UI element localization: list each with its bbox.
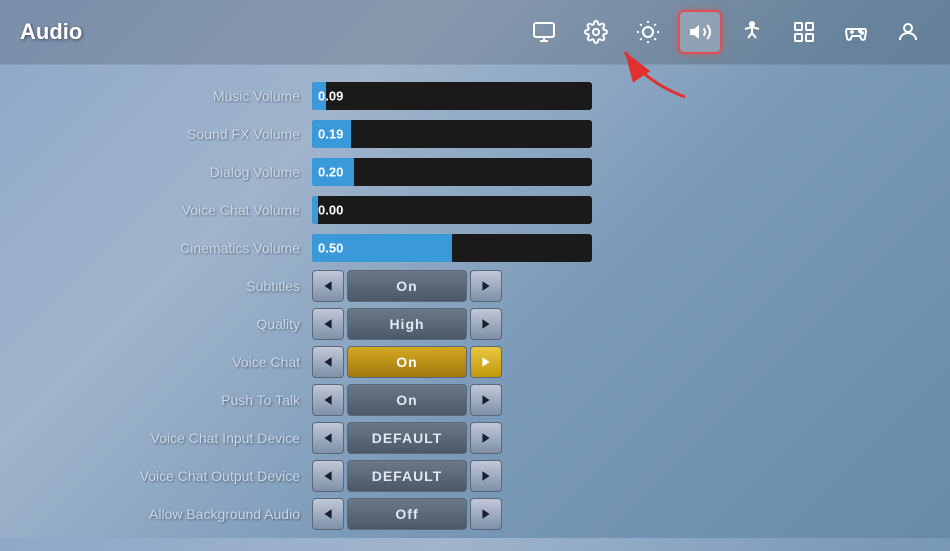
toggle-left-btn[interactable] [312, 460, 344, 492]
toggle-left-btn[interactable] [312, 422, 344, 454]
toggle-right-btn[interactable] [470, 308, 502, 340]
toggle-group: DEFAULT [312, 422, 502, 454]
toggle-left-btn[interactable] [312, 346, 344, 378]
slider-label: Voice Chat Volume [80, 202, 300, 218]
toggle-right-btn[interactable] [470, 422, 502, 454]
toggle-value-btn[interactable]: High [347, 308, 467, 340]
slider-value: 0.19 [318, 127, 343, 142]
toggle-right-btn[interactable] [470, 498, 502, 530]
toggle-right-btn[interactable] [470, 346, 502, 378]
toggle-row: Voice Chat Input Device DEFAULT [80, 422, 870, 454]
nav-bar [522, 10, 930, 54]
toggle-row: Allow Background Audio Off [80, 498, 870, 530]
toggle-label: Subtitles [80, 278, 300, 294]
nav-audio[interactable] [678, 10, 722, 54]
slider-track[interactable]: 0.50 [312, 234, 592, 262]
slider-row: Voice Chat Volume 0.00 [80, 194, 870, 226]
toggle-left-btn[interactable] [312, 498, 344, 530]
toggle-group: On [312, 384, 502, 416]
nav-monitor[interactable] [522, 10, 566, 54]
toggle-group: On [312, 346, 502, 378]
nav-brightness[interactable] [626, 10, 670, 54]
toggle-row: Subtitles On [80, 270, 870, 302]
nav-account[interactable] [886, 10, 930, 54]
toggle-row: Quality High [80, 308, 870, 340]
page-title: Audio [20, 19, 82, 45]
toggle-group: Off [312, 498, 502, 530]
slider-label: Sound FX Volume [80, 126, 300, 142]
slider-row: Dialog Volume 0.20 [80, 156, 870, 188]
toggle-value-btn[interactable]: Off [347, 498, 467, 530]
header: Audio [0, 0, 950, 65]
toggle-left-btn[interactable] [312, 270, 344, 302]
slider-track[interactable]: 0.09 [312, 82, 592, 110]
toggle-label: Quality [80, 316, 300, 332]
slider-row: Music Volume 0.09 [80, 80, 870, 112]
nav-controller[interactable] [834, 10, 878, 54]
toggle-label: Allow Background Audio [80, 506, 300, 522]
toggle-value-btn[interactable]: On [347, 384, 467, 416]
toggle-right-btn[interactable] [470, 270, 502, 302]
toggle-group: High [312, 308, 502, 340]
slider-label: Cinematics Volume [80, 240, 300, 256]
nav-accessibility[interactable] [730, 10, 774, 54]
toggle-left-btn[interactable] [312, 308, 344, 340]
slider-value: 0.50 [318, 241, 343, 256]
toggle-label: Push To Talk [80, 392, 300, 408]
toggle-row: Push To Talk On [80, 384, 870, 416]
slider-label: Music Volume [80, 88, 300, 104]
slider-track[interactable]: 0.19 [312, 120, 592, 148]
toggle-label: Voice Chat Output Device [80, 468, 300, 484]
toggle-row: Voice Chat On [80, 346, 870, 378]
toggle-row: Voice Chat Output Device DEFAULT [80, 460, 870, 492]
toggle-right-btn[interactable] [470, 460, 502, 492]
slider-label: Dialog Volume [80, 164, 300, 180]
nav-settings[interactable] [574, 10, 618, 54]
toggle-group: On [312, 270, 502, 302]
toggle-settings: SubtitlesOnQualityHighVoice ChatOnPush T… [80, 270, 870, 530]
nav-network[interactable] [782, 10, 826, 54]
slider-row: Sound FX Volume 0.19 [80, 118, 870, 150]
toggle-value-btn[interactable]: On [347, 346, 467, 378]
toggle-value-btn[interactable]: DEFAULT [347, 460, 467, 492]
toggle-label: Voice Chat Input Device [80, 430, 300, 446]
toggle-right-btn[interactable] [470, 384, 502, 416]
slider-value: 0.20 [318, 165, 343, 180]
slider-row: Cinematics Volume 0.50 [80, 232, 870, 264]
slider-track[interactable]: 0.20 [312, 158, 592, 186]
settings-content: Music Volume 0.09 Sound FX Volume 0.19 Dialo… [0, 65, 950, 551]
slider-value: 0.00 [318, 203, 343, 218]
toggle-left-btn[interactable] [312, 384, 344, 416]
slider-settings: Music Volume 0.09 Sound FX Volume 0.19 Dialo… [80, 80, 870, 264]
toggle-value-btn[interactable]: DEFAULT [347, 422, 467, 454]
toggle-label: Voice Chat [80, 354, 300, 370]
slider-value: 0.09 [318, 89, 343, 104]
toggle-value-btn[interactable]: On [347, 270, 467, 302]
slider-track[interactable]: 0.00 [312, 196, 592, 224]
toggle-group: DEFAULT [312, 460, 502, 492]
